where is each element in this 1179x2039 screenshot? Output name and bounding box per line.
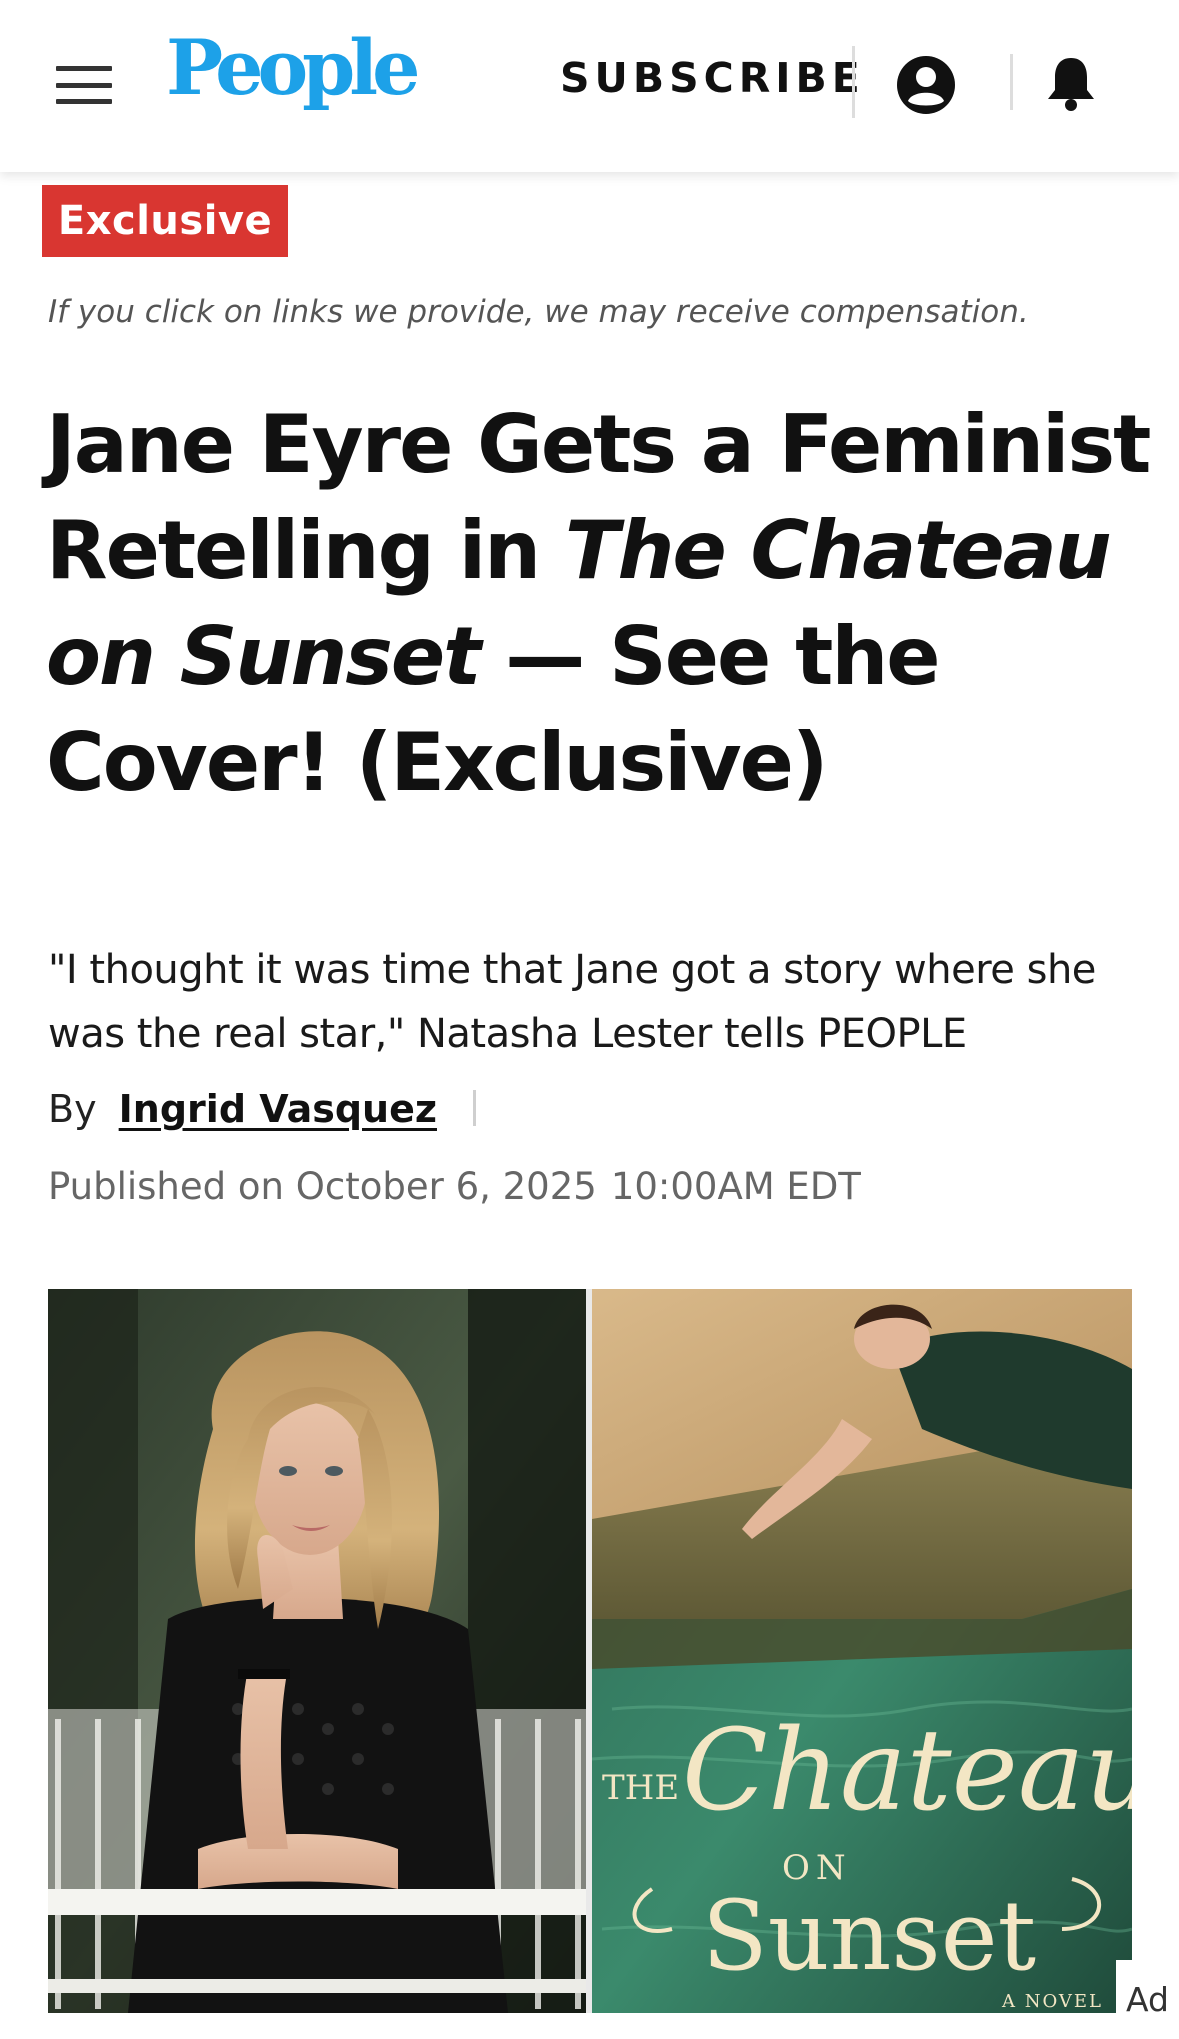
cover-title-the: THE <box>602 1768 679 1808</box>
cover-title-sunset: Sunset <box>702 1880 1036 1992</box>
byline-divider <box>473 1090 477 1126</box>
header-divider <box>1010 54 1013 110</box>
people-logo[interactable]: People <box>166 30 421 106</box>
book-cover-image: THE Chateau ON Sunset A NOVEL <box>592 1289 1132 2013</box>
byline-label: By <box>48 1087 97 1131</box>
hamburger-menu-icon[interactable] <box>56 66 112 104</box>
byline: By Ingrid Vasquez <box>48 1084 477 1134</box>
account-circle-icon[interactable] <box>895 54 957 116</box>
cover-title-chateau: Chateau <box>682 1706 1132 1836</box>
publish-date: Published on October 6, 2025 10:00AM EDT <box>48 1162 861 1212</box>
header-divider <box>852 46 855 118</box>
hero-image: THE Chateau ON Sunset A NOVEL <box>48 1289 1132 2013</box>
notification-bell-icon[interactable] <box>1044 54 1098 114</box>
site-header: People SUBSCRIBE <box>0 0 1179 172</box>
cover-subtitle: A NOVEL <box>1001 1991 1103 2012</box>
author-link[interactable]: Ingrid Vasquez <box>119 1087 437 1131</box>
subscribe-button[interactable]: SUBSCRIBE <box>560 58 865 99</box>
publish-time: 10:00AM EDT <box>610 1165 861 1208</box>
author-portrait-image <box>48 1289 586 2013</box>
exclusive-badge[interactable]: Exclusive <box>42 185 288 257</box>
article-dek: "I thought it was time that Jane got a s… <box>48 947 1096 1057</box>
article-headline: Jane Eyre Gets a Feminist Retelling in T… <box>46 392 1156 816</box>
publish-date-label: Published on October 6, 2025 <box>48 1165 597 1208</box>
affiliate-disclaimer: If you click on links we provide, we may… <box>48 294 1029 330</box>
ad-label: Ad <box>1116 1960 1179 2039</box>
